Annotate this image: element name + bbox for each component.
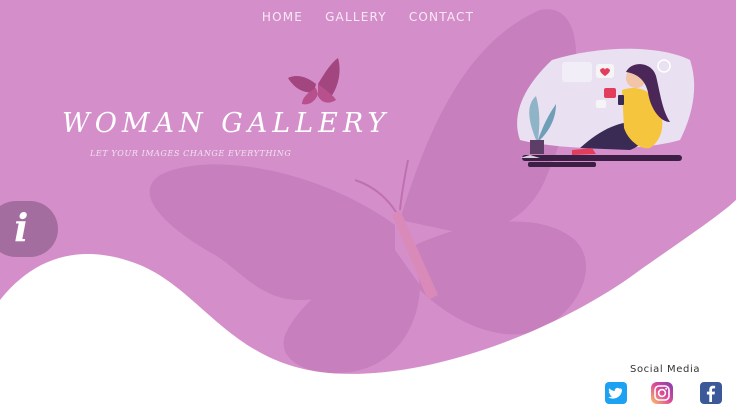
page: HOME GALLERY CONTACT WOMAN GALLERY LET Y… [0, 0, 736, 413]
nav-contact-link[interactable]: CONTACT [409, 10, 474, 24]
facebook-icon[interactable] [700, 382, 722, 404]
top-nav: HOME GALLERY CONTACT [0, 10, 736, 24]
nav-gallery-link[interactable]: GALLERY [325, 10, 387, 24]
info-button[interactable]: i [0, 201, 58, 257]
nav-home-link[interactable]: HOME [262, 10, 303, 24]
hero-background [0, 0, 736, 413]
hero-tagline: LET YOUR IMAGES CHANGE EVERYTHING [90, 149, 292, 158]
social-media-heading: Social Media [630, 364, 701, 375]
twitter-icon[interactable] [605, 382, 627, 404]
info-icon: i [14, 205, 29, 250]
instagram-icon[interactable] [651, 382, 673, 404]
hero-title: WOMAN GALLERY [62, 108, 391, 139]
